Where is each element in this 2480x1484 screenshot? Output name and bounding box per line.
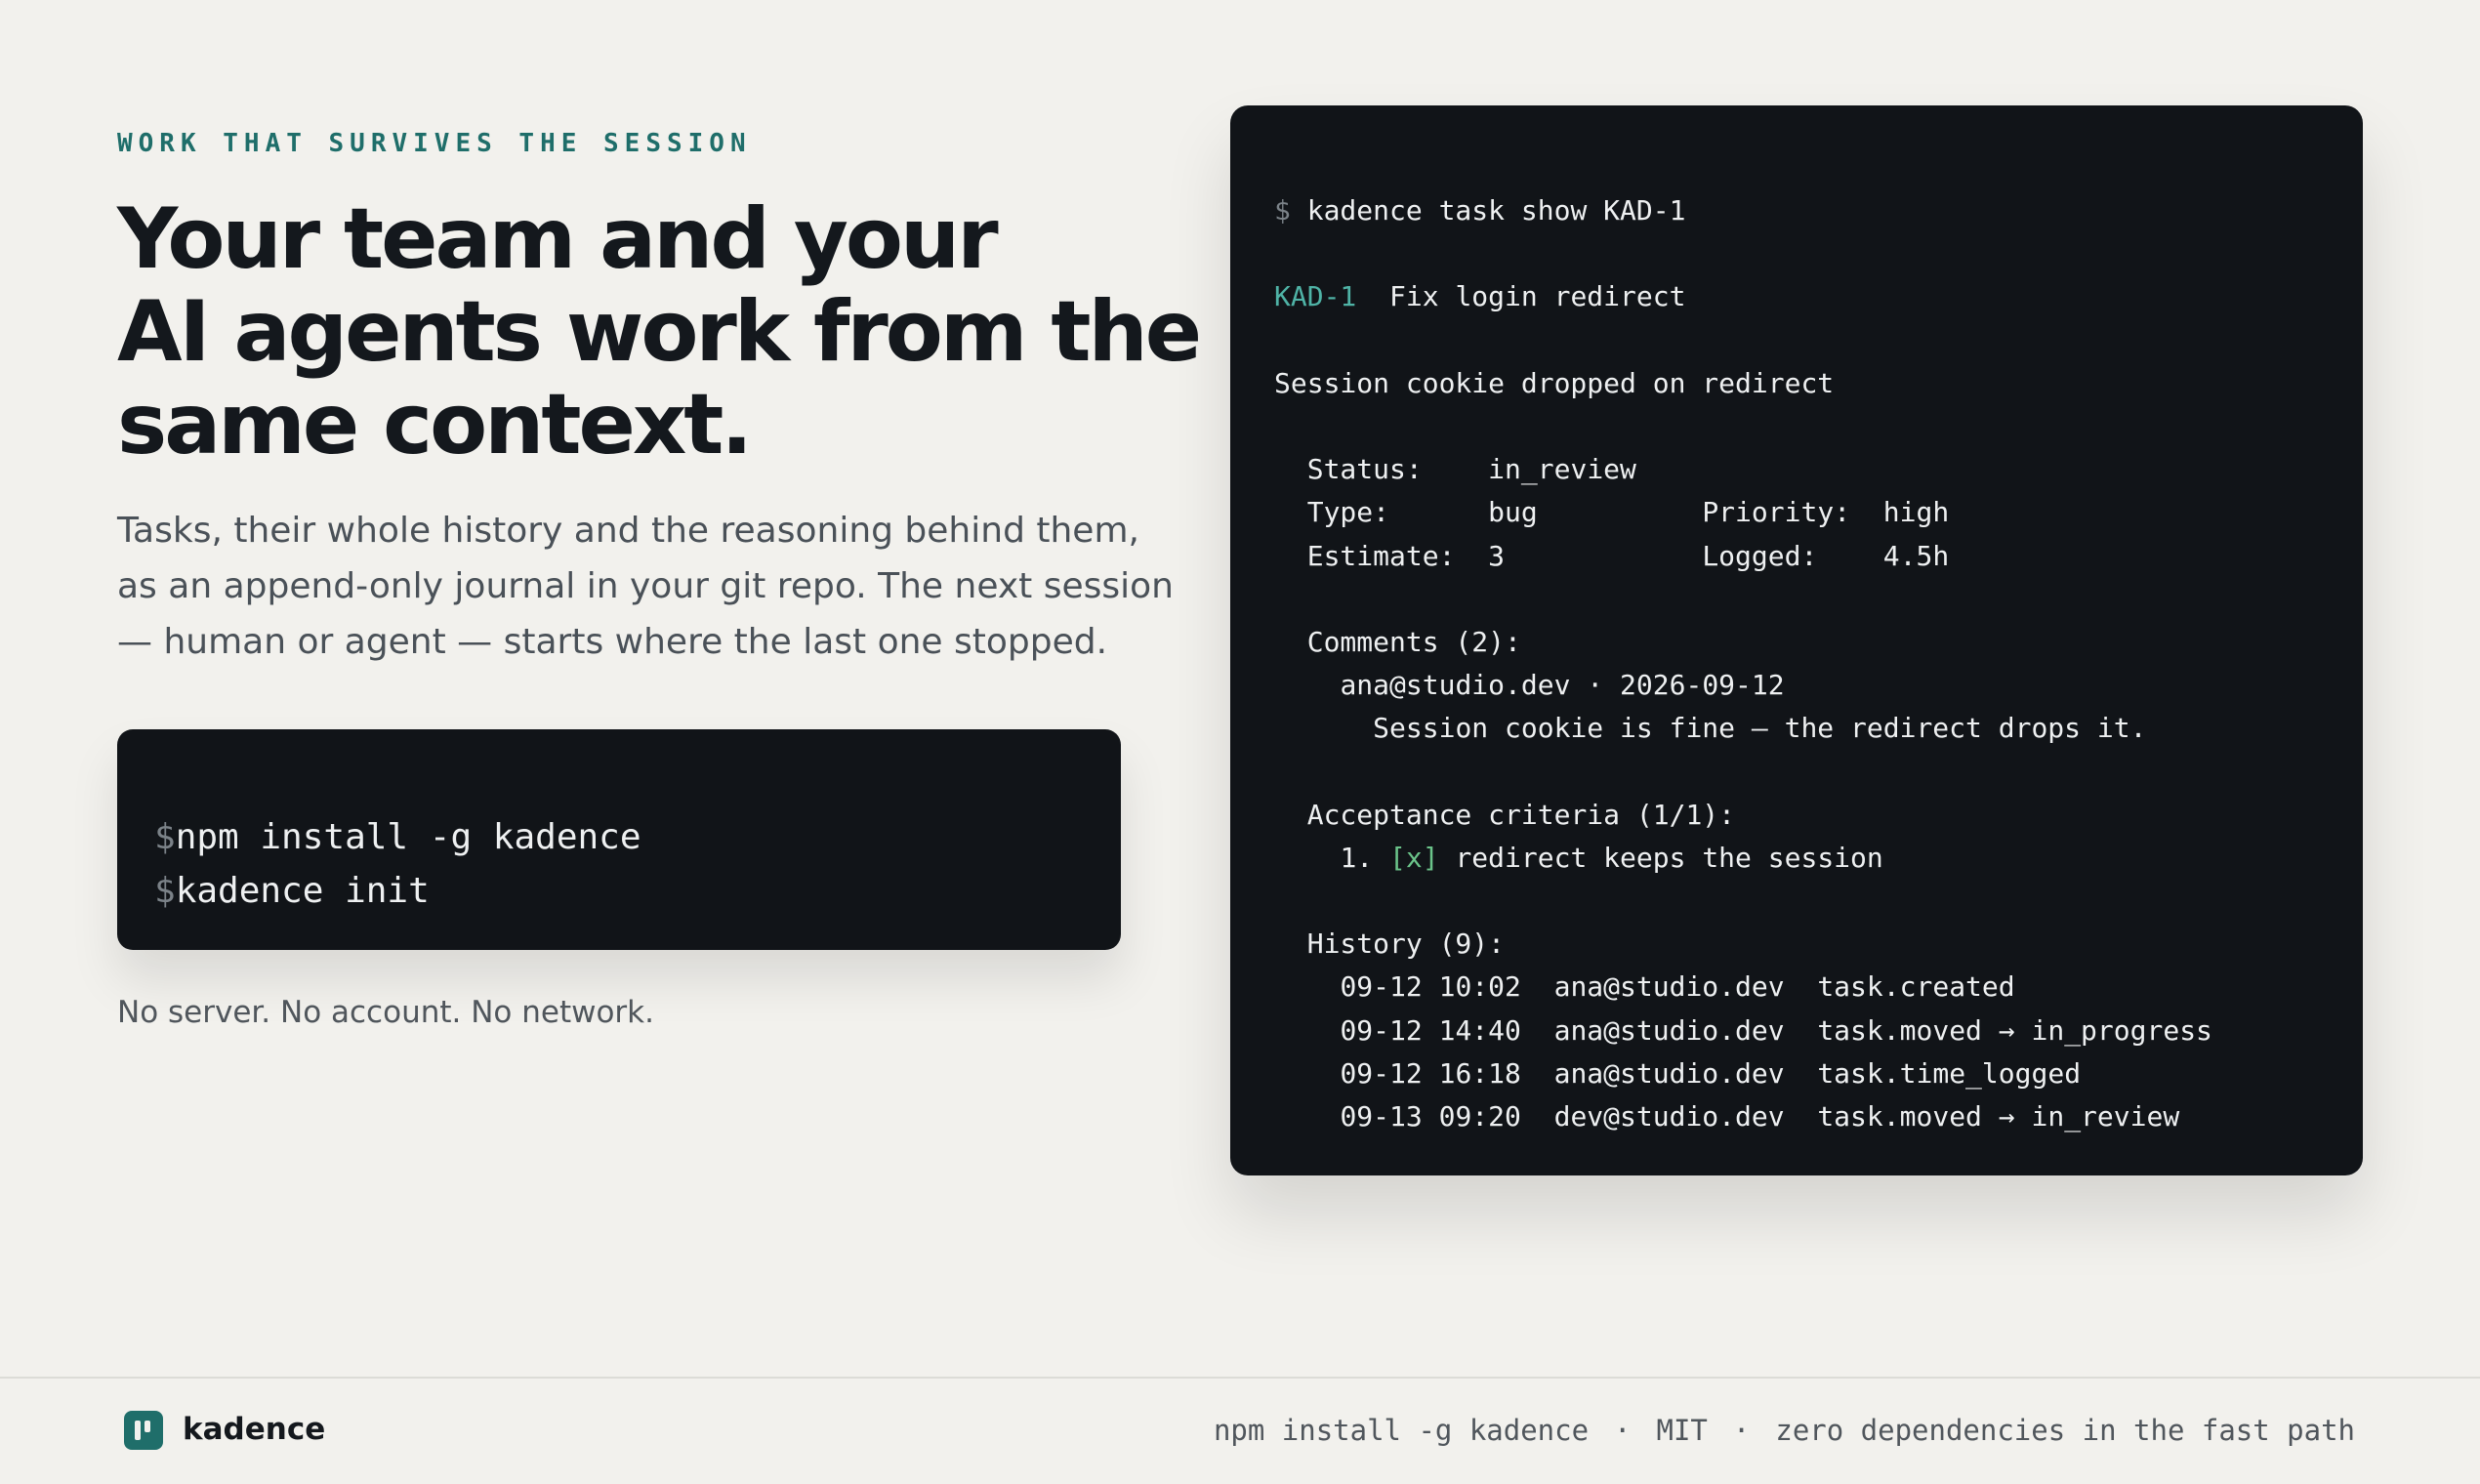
criteria-item: 1. [x] redirect keeps the session [1274,837,2363,880]
task-id: KAD-1 [1274,280,1357,313]
history-event: task.time_logged [1817,1056,2082,1090]
headline-line: Your team and your [117,190,999,288]
install-command: npm install -g kadence [175,817,641,857]
lede-line: — human or agent — starts where the last… [117,622,1108,662]
init-command-line: $ kadence init [154,864,1121,918]
kadence-logo-icon[interactable] [124,1411,163,1450]
criteria-index: 1. [1340,841,1374,874]
terminal-command-line: $ kadence task show KAD-1 [1274,189,2363,232]
footer: kadence npm install -g kadence · MIT · z… [0,1379,2480,1484]
footer-license[interactable]: MIT [1657,1414,1708,1447]
footer-install: npm install -g kadence [1213,1414,1590,1447]
history-time: 09-12 14:40 [1340,1013,1521,1047]
comment-meta: ana@studio.dev · 2026-09-12 [1340,669,1785,702]
brand-name[interactable]: kadence [183,1412,325,1447]
history-heading-text: History (9): [1306,928,1506,961]
field-label: Status: [1306,453,1423,486]
criteria-heading-text: Acceptance criteria (1/1): [1306,798,1736,831]
headline-line: same context. [117,376,753,474]
headline-line: AI agents work from the [117,283,1202,381]
history-event: task.created [1817,970,2015,1004]
history-row: 09-12 14:40 ana@studio.dev task.moved → … [1274,1010,2363,1052]
install-command-line: $ npm install -g kadence [154,810,1121,864]
field-label: Type: [1306,496,1390,529]
init-command: kadence init [175,871,430,911]
history-author: ana@studio.dev [1553,970,1785,1004]
page-title: Your team and your AI agents work from t… [117,190,1202,474]
logged-value: 4.5h [1882,539,1950,572]
history-row: 09-12 10:02 ana@studio.dev task.created [1274,966,2363,1009]
history-event: task.moved → in_progress [1817,1013,2212,1047]
estimate-row: Estimate: 3 Logged: 4.5h [1274,535,2363,578]
footer-separator: · [1732,1414,1751,1447]
history-author: ana@studio.dev [1553,1013,1785,1047]
comments-heading: Comments (2): [1274,621,2363,664]
terminal-command: kadence task show KAD-1 [1306,194,1686,227]
history-time: 09-12 10:02 [1340,970,1521,1004]
history-row: 09-13 09:20 dev@studio.dev task.moved → … [1274,1095,2363,1138]
install-code-block[interactable]: $ npm install -g kadence $ kadence init [117,729,1121,950]
field-label: Priority: [1702,496,1851,529]
history-event: task.moved → in_review [1817,1099,2180,1133]
history-time: 09-13 09:20 [1340,1099,1521,1133]
history-time: 09-12 16:18 [1340,1056,1521,1090]
history-row: 09-12 16:18 ana@studio.dev task.time_log… [1274,1052,2363,1095]
status-row: Status: in_review [1274,448,2363,491]
field-label: Estimate: [1306,539,1456,572]
lede-line: Tasks, their whole history and the reaso… [117,511,1139,551]
comment-body-text: Session cookie is fine — the redirect dr… [1373,712,2147,745]
prompt-symbol: $ [1274,194,1291,227]
history-author: ana@studio.dev [1553,1056,1785,1090]
status-value: in_review [1488,453,1636,486]
estimate-value: 3 [1488,539,1506,572]
criteria-heading: Acceptance criteria (1/1): [1274,794,2363,837]
history-heading: History (9): [1274,923,2363,966]
prompt-symbol: $ [154,871,176,911]
footer-tagline: zero dependencies in the fast path [1775,1414,2355,1447]
lede-line: as an append-only journal in your git re… [117,566,1174,606]
comment-author: ana@studio.dev [1340,669,1571,702]
footer-meta: npm install -g kadence · MIT · zero depe… [1214,1414,2355,1447]
task-summary: Session cookie dropped on redirect [1274,366,1835,399]
lede-paragraph: Tasks, their whole history and the reaso… [117,503,1174,670]
criteria-check: [x] [1389,841,1439,874]
history-author: dev@studio.dev [1553,1099,1785,1133]
field-label: Logged: [1702,539,1818,572]
task-title: Fix login redirect [1389,280,1686,313]
type-value: bug [1488,496,1538,529]
type-row: Type: bug Priority: high [1274,491,2363,534]
comment-body: Session cookie is fine — the redirect dr… [1274,707,2363,750]
eyebrow: WORK THAT SURVIVES THE SESSION [117,129,752,158]
terminal-window: $ kadence task show KAD-1 KAD-1 Fix logi… [1230,105,2363,1175]
prompt-symbol: $ [154,817,176,857]
task-header: KAD-1 Fix login redirect [1274,275,2363,318]
priority-value: high [1882,496,1950,529]
criteria-text: redirect keeps the session [1455,841,1883,874]
comment-date: 2026-09-12 [1620,669,1785,702]
install-note: No server. No account. No network. [117,995,654,1030]
footer-separator: · [1614,1414,1632,1447]
comments-heading-text: Comments (2): [1306,625,1521,658]
